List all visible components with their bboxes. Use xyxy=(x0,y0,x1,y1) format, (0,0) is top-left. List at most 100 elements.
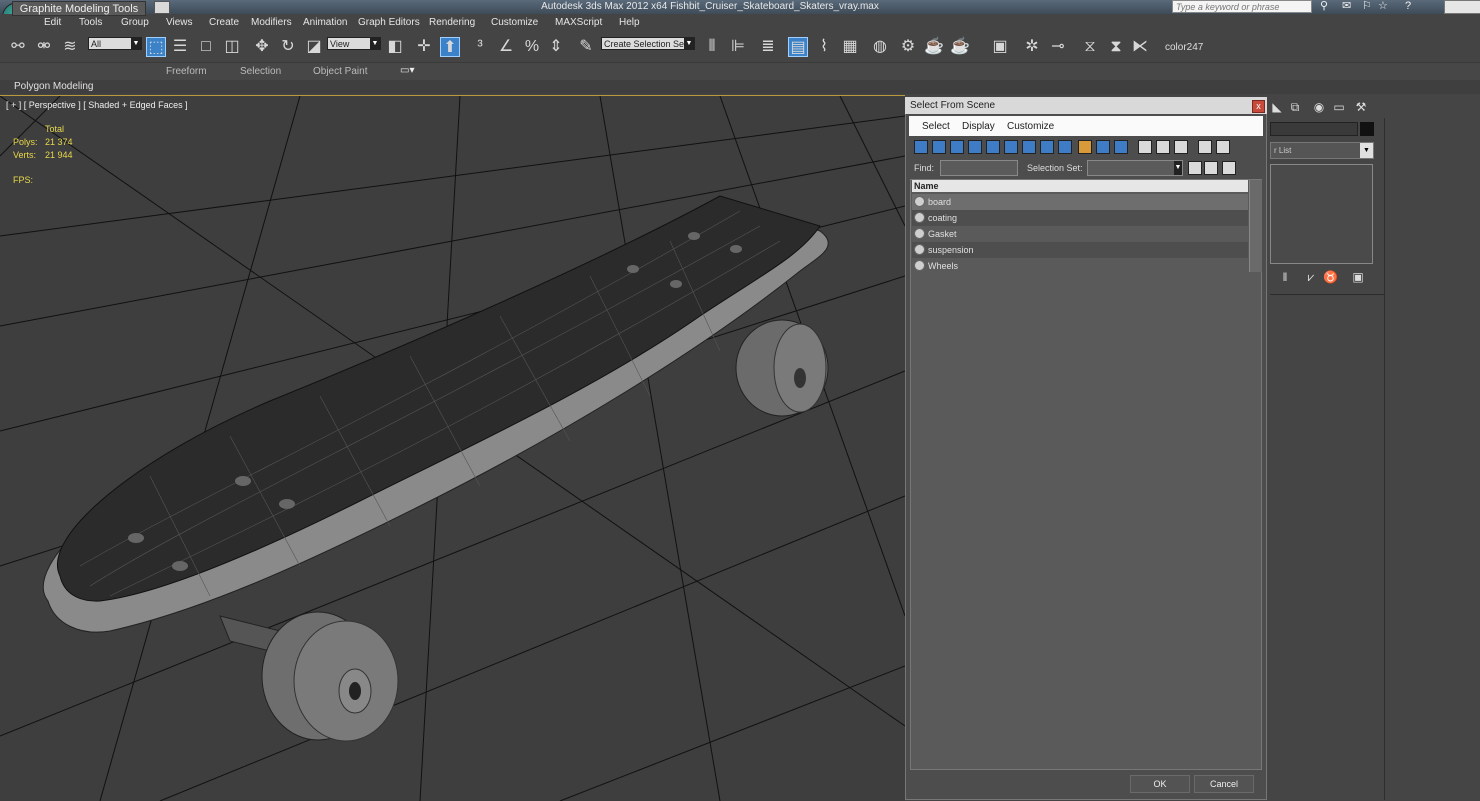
vray-frame-buffer-icon[interactable]: ▣ xyxy=(990,37,1010,57)
percent-snap-icon[interactable]: % xyxy=(522,37,542,57)
align-icon[interactable]: ⊫ xyxy=(728,37,748,57)
object-name-field[interactable] xyxy=(1270,122,1358,136)
make-unique-icon[interactable]: ♉ xyxy=(1323,270,1338,284)
filter-icon[interactable] xyxy=(1198,140,1212,154)
mirror-icon[interactable]: ⫴ xyxy=(702,37,722,57)
menu-customize[interactable]: Customize xyxy=(491,17,538,28)
remove-from-selection-set-icon[interactable] xyxy=(1222,161,1236,175)
object-color-swatch[interactable] xyxy=(1360,122,1374,136)
render-setup-icon[interactable]: ⚙ xyxy=(898,37,918,57)
schematic-view-icon[interactable]: ▦ xyxy=(840,37,860,57)
polygon-modeling-panel[interactable]: Polygon Modeling xyxy=(14,81,94,92)
tab-freeform[interactable]: Freeform xyxy=(166,66,207,77)
show-end-result-icon[interactable]: ⩗ xyxy=(1304,270,1318,284)
reference-coord-dropdown[interactable]: View ▼ xyxy=(327,37,381,50)
list-header[interactable] xyxy=(912,180,1248,192)
menu-graph-editors[interactable]: Graph Editors xyxy=(358,17,420,28)
perspective-viewport[interactable] xyxy=(0,95,905,801)
display-helpers-icon[interactable] xyxy=(986,140,1000,154)
vray-render-icon[interactable]: ✲ xyxy=(1022,37,1042,57)
select-none-icon[interactable] xyxy=(1156,140,1170,154)
display-cameras-icon[interactable] xyxy=(968,140,982,154)
pin-stack-icon[interactable]: ‖ xyxy=(1278,270,1292,284)
list-item-gasket[interactable] xyxy=(912,226,1248,242)
window-crossing-icon[interactable]: ◫ xyxy=(222,37,242,57)
dialog-menu-display[interactable]: Display xyxy=(962,121,995,132)
viewport-label[interactable]: [ + ] [ Perspective ] [ Shaded + Edged F… xyxy=(6,100,188,110)
menu-animation[interactable]: Animation xyxy=(303,17,347,28)
tab-graphite-modeling-tools[interactable]: Graphite Modeling Tools xyxy=(12,1,146,16)
unlink-icon[interactable]: ⚮ xyxy=(34,37,54,57)
edit-named-sel-icon[interactable]: ✎ xyxy=(576,37,596,57)
scale-icon[interactable]: ◪ xyxy=(304,37,324,57)
tab-selection[interactable]: Selection xyxy=(240,66,281,77)
vray-sphere-icon[interactable]: ⧔ xyxy=(1130,37,1150,57)
spinner-snap-icon[interactable]: ⇕ xyxy=(546,37,566,57)
render-icon[interactable]: ☕ xyxy=(950,37,970,57)
star-icon[interactable]: ☆ xyxy=(1378,0,1388,13)
select-by-name-icon[interactable]: ☰ xyxy=(170,37,190,57)
material-editor-icon[interactable]: ◍ xyxy=(870,37,890,57)
menu-rendering[interactable]: Rendering xyxy=(429,17,475,28)
vray-light-icon[interactable]: ⊸ xyxy=(1048,37,1068,57)
curve-editor-icon[interactable]: ⌇ xyxy=(814,37,834,57)
hierarchy-tab-icon[interactable]: ⧉ xyxy=(1288,100,1302,114)
column-name-header[interactable]: Name xyxy=(914,181,939,191)
selection-set-dropdown[interactable] xyxy=(1087,160,1183,176)
menu-group[interactable]: Group xyxy=(121,17,149,28)
chevron-down-icon[interactable]: ▼ xyxy=(1174,161,1182,175)
layer-icon[interactable]: ≣ xyxy=(758,37,778,57)
close-icon[interactable]: x xyxy=(1252,100,1265,113)
window-controls[interactable] xyxy=(1444,0,1480,14)
select-manipulate-icon[interactable]: ✛ xyxy=(414,37,434,57)
menu-create[interactable]: Create xyxy=(209,17,239,28)
list-item-board[interactable] xyxy=(912,194,1248,210)
keyboard-shortcut-override-icon[interactable]: ⬆ xyxy=(440,37,460,57)
find-input[interactable] xyxy=(940,160,1018,176)
menu-maxscript[interactable]: MAXScript xyxy=(555,17,602,28)
list-item-coating[interactable] xyxy=(912,210,1248,226)
display-tab-icon[interactable]: ▭ xyxy=(1332,100,1346,114)
display-bones-icon[interactable] xyxy=(1058,140,1072,154)
menu-tools[interactable]: Tools xyxy=(79,17,102,28)
link-icon[interactable]: ⚯ xyxy=(8,37,28,57)
add-to-selection-set-icon[interactable] xyxy=(1204,161,1218,175)
help-icon[interactable]: ? xyxy=(1405,0,1411,13)
graphite-toggle-icon[interactable]: ▤ xyxy=(788,37,808,57)
menu-edit[interactable]: Edit xyxy=(44,17,61,28)
dialog-menu-customize[interactable]: Customize xyxy=(1007,121,1054,132)
utilities-tab-icon[interactable]: ⚒ xyxy=(1354,100,1368,114)
configure-sets-icon[interactable]: ▣ xyxy=(1351,270,1365,284)
binoculars-icon[interactable]: ⚲ xyxy=(1320,0,1328,13)
move-icon[interactable]: ✥ xyxy=(252,37,272,57)
ribbon-options-icon[interactable]: ▭▾ xyxy=(400,65,414,76)
select-object-icon[interactable]: ⬚ xyxy=(146,37,166,57)
menu-views[interactable]: Views xyxy=(166,17,193,28)
ok-button[interactable]: OK xyxy=(1130,775,1190,793)
display-hidden-icon[interactable] xyxy=(1114,140,1128,154)
modifier-stack[interactable] xyxy=(1270,164,1373,264)
rect-selection-icon[interactable]: □ xyxy=(196,37,216,57)
display-space-warps-icon[interactable] xyxy=(1004,140,1018,154)
named-selection-dropdown[interactable]: Create Selection Se ▼ xyxy=(601,37,695,50)
pivot-icon[interactable]: ◧ xyxy=(385,37,405,57)
display-groups-icon[interactable] xyxy=(1022,140,1036,154)
project-folder-icon[interactable] xyxy=(154,1,170,14)
select-all-icon[interactable] xyxy=(1138,140,1152,154)
create-tab-icon[interactable]: ◣ xyxy=(1270,100,1284,114)
tab-object-paint[interactable]: Object Paint xyxy=(313,66,367,77)
list-item-wheels[interactable] xyxy=(912,258,1248,274)
selection-filter-dropdown[interactable]: All ▼ xyxy=(88,37,142,50)
vray-proxy-icon[interactable]: ⧖ xyxy=(1080,37,1100,57)
display-shapes-icon[interactable] xyxy=(932,140,946,154)
rendered-frame-icon[interactable]: ☕ xyxy=(924,37,944,57)
rotate-icon[interactable]: ↻ xyxy=(278,37,298,57)
cancel-button[interactable]: Cancel xyxy=(1194,775,1254,793)
search-input[interactable]: Type a keyword or phrase xyxy=(1172,0,1312,13)
motion-tab-icon[interactable]: ◉ xyxy=(1312,100,1326,114)
favorites-icon[interactable]: ⚐ xyxy=(1362,0,1372,13)
menu-modifiers[interactable]: Modifiers xyxy=(251,17,292,28)
display-xrefs-icon[interactable] xyxy=(1040,140,1054,154)
communication-center-icon[interactable]: ✉ xyxy=(1342,0,1351,13)
dialog-menu-select[interactable]: Select xyxy=(922,121,950,132)
